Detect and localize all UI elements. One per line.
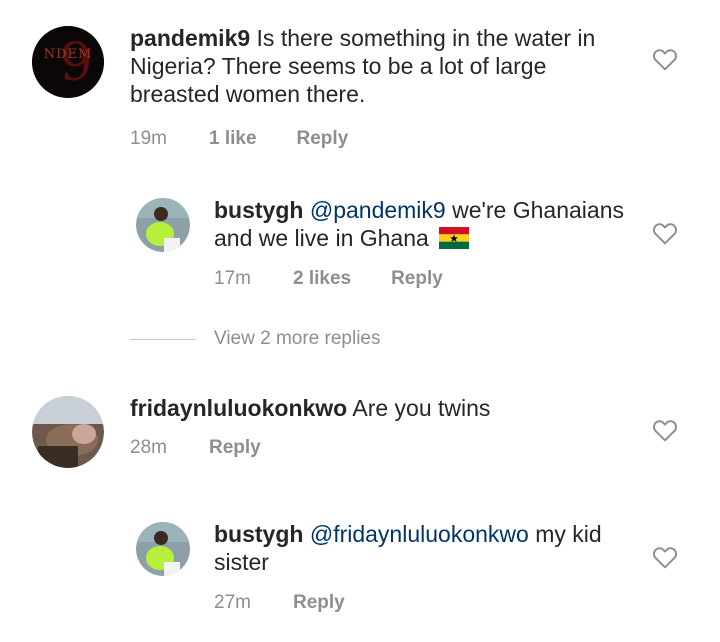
- svg-text:9: 9: [59, 33, 92, 93]
- reply-button[interactable]: Reply: [297, 128, 349, 150]
- timestamp: 19m: [130, 128, 167, 149]
- comment-meta: 19m 1 like Reply: [130, 128, 600, 150]
- comment-pandemik9: 9 NDEM pandemik9 Is there something in t…: [32, 24, 600, 150]
- comment-text: fridaynluluokonkwo Are you twins: [130, 394, 600, 422]
- comment-text: pandemik9 Is there something in the wate…: [130, 24, 600, 108]
- avatar-photo-image: [136, 198, 190, 252]
- comment-body: Are you twins: [352, 395, 491, 421]
- comment-meta: 28m Reply: [130, 437, 600, 459]
- avatar[interactable]: [136, 198, 190, 252]
- heart-icon[interactable]: [652, 418, 678, 442]
- avatar-photo-image: [136, 522, 190, 576]
- heart-icon[interactable]: [652, 545, 678, 569]
- view-more-label: View 2 more replies: [214, 328, 381, 349]
- mention-link[interactable]: @fridaynluluokonkwo: [310, 521, 529, 547]
- comment-text: bustygh @pandemik9 we're Ghanaians and w…: [214, 196, 654, 252]
- comment-meta: 27m Reply: [214, 592, 654, 614]
- reply-button[interactable]: Reply: [293, 592, 345, 614]
- likes-count[interactable]: 1 like: [209, 128, 257, 150]
- username[interactable]: fridaynluluokonkwo: [130, 395, 347, 421]
- heart-icon[interactable]: [652, 221, 678, 245]
- mention-link[interactable]: @pandemik9: [310, 197, 446, 223]
- svg-text:NDEM: NDEM: [44, 47, 93, 62]
- avatar[interactable]: [32, 396, 104, 468]
- reply-button[interactable]: Reply: [391, 268, 443, 290]
- comment-meta: 17m 2 likes Reply: [214, 268, 654, 290]
- username[interactable]: pandemik9: [130, 25, 250, 51]
- avatar-logo-image: 9 NDEM: [32, 26, 104, 98]
- divider: [130, 338, 196, 340]
- username[interactable]: bustygh: [214, 197, 303, 223]
- timestamp: 28m: [130, 437, 167, 458]
- avatar[interactable]: 9 NDEM: [32, 26, 104, 98]
- timestamp: 17m: [214, 268, 251, 289]
- timestamp: 27m: [214, 592, 251, 613]
- comment-text: bustygh @fridaynluluokonkwo my kid siste…: [214, 520, 654, 576]
- ghana-flag-icon: [439, 227, 470, 249]
- avatar-photo-image: [32, 396, 104, 468]
- avatar[interactable]: [136, 522, 190, 576]
- heart-icon[interactable]: [652, 47, 678, 71]
- username[interactable]: bustygh: [214, 521, 303, 547]
- reply-bustygh-2: bustygh @fridaynluluokonkwo my kid siste…: [136, 520, 654, 614]
- view-more-replies-button[interactable]: View 2 more replies: [130, 328, 381, 350]
- comment-fridaynluluokonkwo: fridaynluluokonkwo Are you twins 28m Rep…: [32, 394, 600, 468]
- reply-button[interactable]: Reply: [209, 437, 261, 459]
- likes-count[interactable]: 2 likes: [293, 268, 351, 290]
- reply-bustygh-1: bustygh @pandemik9 we're Ghanaians and w…: [136, 196, 654, 290]
